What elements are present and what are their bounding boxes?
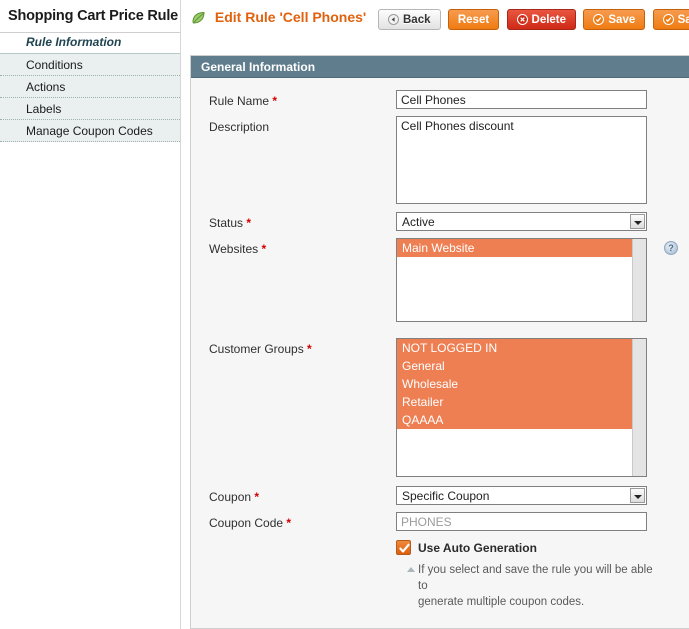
chevron-down-icon[interactable]	[630, 214, 645, 229]
websites-label: Websites *	[209, 242, 399, 256]
sidebar: Shopping Cart Price Rule Rule Informatio…	[0, 0, 181, 629]
rule-heading: Edit Rule 'Cell Phones'	[191, 9, 366, 28]
back-button-label: Back	[403, 14, 431, 26]
rule-name-input[interactable]	[396, 90, 647, 109]
required-marker: *	[251, 490, 259, 504]
save-button[interactable]: Save	[583, 9, 645, 30]
save-and-continue-button-label: Save an	[678, 14, 689, 26]
websites-option[interactable]: Main Website	[397, 239, 632, 257]
auto-generation-label: Use Auto Generation	[418, 540, 689, 556]
status-label: Status *	[209, 216, 399, 230]
sidebar-item-labels[interactable]: Labels	[0, 98, 180, 120]
delete-x-icon	[517, 12, 528, 32]
rule-name-label: Rule Name *	[209, 94, 399, 108]
toolbar-buttons: Back Reset Delete	[378, 9, 689, 30]
coupon-select[interactable]: Specific Coupon	[396, 486, 647, 505]
websites-control: Main Website ?	[396, 238, 689, 322]
reset-button-label: Reset	[458, 14, 489, 26]
coupon-code-label: Coupon Code *	[209, 516, 399, 530]
auto-generation-checkbox[interactable]	[396, 540, 411, 555]
websites-multiselect[interactable]: Main Website	[396, 238, 647, 322]
required-marker: *	[269, 94, 277, 108]
customer-groups-option[interactable]: General	[397, 357, 632, 375]
auto-generation-hint: If you select and save the rule you will…	[418, 562, 663, 610]
check-circle-icon	[593, 12, 604, 32]
auto-generation-hint-line2: generate multiple coupon codes.	[418, 596, 584, 608]
websites-options: Main Website	[397, 239, 632, 257]
delete-button-label: Delete	[532, 14, 567, 26]
customer-groups-option[interactable]: NOT LOGGED IN	[397, 339, 632, 357]
delete-button[interactable]: Delete	[507, 9, 577, 30]
panel-header: General Information	[191, 56, 689, 78]
required-marker: *	[283, 516, 291, 530]
customer-groups-multiselect[interactable]: NOT LOGGED IN General Wholesale Retailer…	[396, 338, 647, 477]
rule-heading-text: Edit Rule 'Cell Phones'	[215, 9, 366, 25]
customer-groups-scrollbar[interactable]	[632, 339, 646, 476]
leaf-icon	[191, 11, 206, 28]
status-select[interactable]: Active	[396, 212, 647, 231]
sidebar-item-conditions[interactable]: Conditions	[0, 54, 180, 76]
required-marker: *	[304, 342, 312, 356]
check-circle-icon	[663, 12, 674, 32]
description-label: Description	[209, 120, 399, 134]
auto-generation-hint-line1: If you select and save the rule you will…	[418, 564, 653, 592]
app-window: Shopping Cart Price Rule Rule Informatio…	[0, 0, 689, 629]
description-control: Cell Phones discount	[396, 116, 689, 207]
triangle-marker-icon	[407, 567, 415, 572]
coupon-code-control	[396, 512, 689, 531]
field-row-status: Status * Active	[191, 212, 689, 238]
customer-groups-control: NOT LOGGED IN General Wholesale Retailer…	[396, 338, 689, 477]
field-row-coupon: Coupon * Specific Coupon	[191, 486, 689, 512]
chevron-down-icon[interactable]	[630, 488, 645, 503]
status-select-value: Active	[402, 214, 435, 230]
customer-groups-label: Customer Groups *	[209, 342, 399, 356]
field-row-description: Description Cell Phones discount	[191, 116, 689, 212]
back-button[interactable]: Back	[378, 9, 441, 30]
customer-groups-option[interactable]: Wholesale	[397, 375, 632, 393]
field-row-auto-generation: Use Auto Generation If you select and sa…	[191, 540, 689, 610]
coupon-label: Coupon *	[209, 490, 399, 504]
auto-generation-control: Use Auto Generation If you select and sa…	[396, 540, 689, 610]
required-marker: *	[243, 216, 251, 230]
help-circle-icon[interactable]: ?	[664, 241, 678, 255]
sidebar-tab-list: Rule Information Conditions Actions Labe…	[0, 33, 180, 142]
coupon-code-input[interactable]	[396, 512, 647, 531]
field-row-coupon-code: Coupon Code *	[191, 512, 689, 540]
content-header: Edit Rule 'Cell Phones' Back Reset	[182, 0, 689, 37]
sidebar-item-rule-information[interactable]: Rule Information	[0, 33, 180, 54]
reset-button[interactable]: Reset	[448, 9, 499, 30]
sidebar-item-manage-coupon-codes[interactable]: Manage Coupon Codes	[0, 120, 180, 142]
customer-groups-option[interactable]: Retailer	[397, 393, 632, 411]
page-title: Shopping Cart Price Rule	[8, 8, 180, 24]
required-marker: *	[258, 242, 266, 256]
rule-name-control	[396, 90, 689, 109]
sidebar-item-actions[interactable]: Actions	[0, 76, 180, 98]
status-control: Active	[396, 212, 689, 231]
customer-groups-options: NOT LOGGED IN General Wholesale Retailer…	[397, 339, 632, 429]
page-title-container: Shopping Cart Price Rule	[0, 0, 180, 33]
coupon-select-value: Specific Coupon	[402, 488, 489, 504]
panel-body: Rule Name * Description Cell Phones disc…	[191, 78, 689, 628]
description-textarea[interactable]: Cell Phones discount	[396, 116, 647, 204]
save-and-continue-button[interactable]: Save an	[653, 9, 689, 30]
customer-groups-option[interactable]: QAAAA	[397, 411, 632, 429]
save-button-label: Save	[608, 14, 635, 26]
websites-scrollbar[interactable]	[632, 239, 646, 321]
field-row-rule-name: Rule Name *	[191, 90, 689, 116]
back-arrow-icon	[388, 12, 399, 32]
field-row-customer-groups: Customer Groups * NOT LOGGED IN General …	[191, 338, 689, 486]
coupon-control: Specific Coupon	[396, 486, 689, 505]
general-information-panel: General Information Rule Name * Descript…	[190, 55, 689, 629]
field-row-websites: Websites * Main Website ?	[191, 238, 689, 338]
